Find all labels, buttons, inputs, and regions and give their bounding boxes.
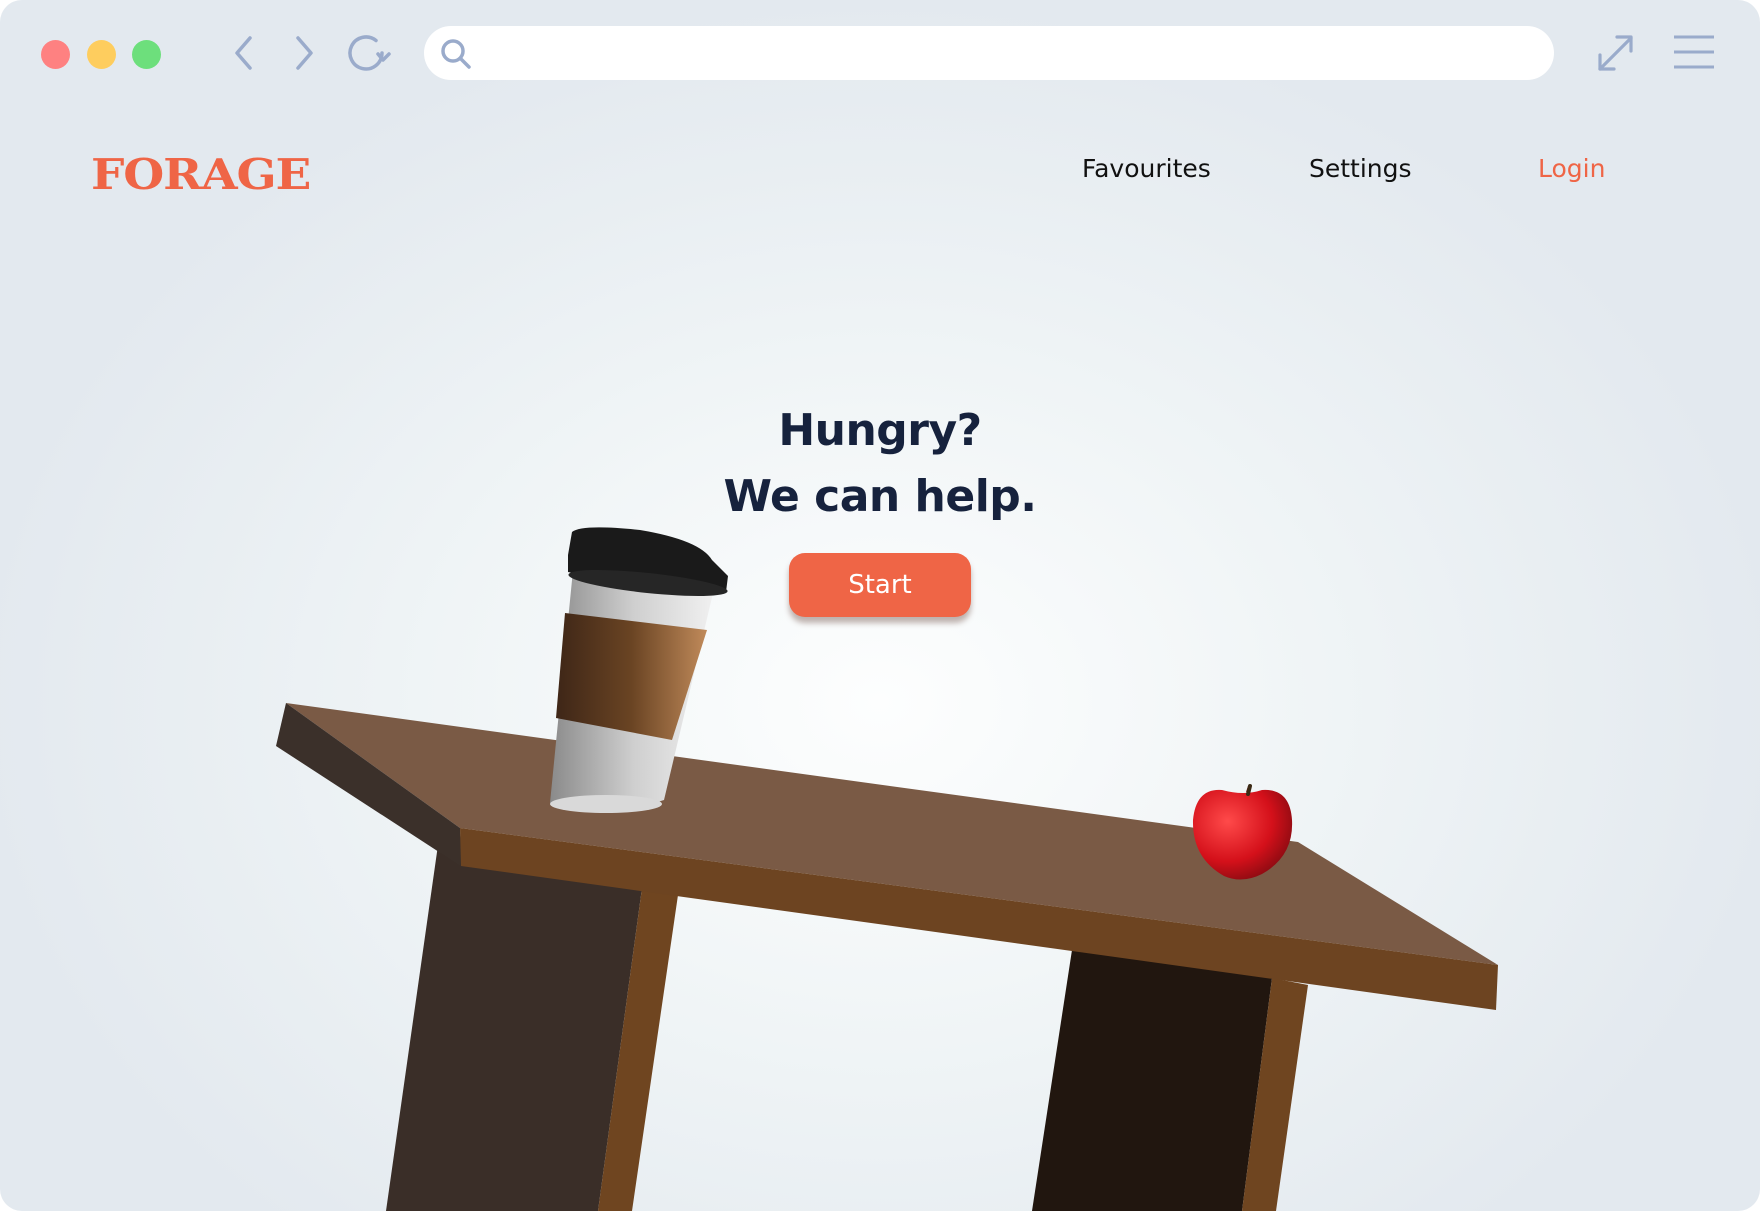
nav-favourites[interactable]: Favourites: [1082, 154, 1211, 183]
browser-window: FORAGE Favourites Settings Login Hungry?…: [0, 0, 1760, 1211]
table-right-leg: [1032, 950, 1308, 1211]
hamburger-menu-icon[interactable]: [1672, 34, 1716, 74]
hero-title-line1: Hungry?: [778, 405, 982, 456]
apple: [1192, 784, 1293, 880]
reload-icon[interactable]: [346, 32, 392, 74]
nav-login[interactable]: Login: [1538, 154, 1605, 183]
close-window-button[interactable]: [41, 40, 70, 69]
forward-icon[interactable]: [288, 32, 320, 74]
hero-title-line2: We can help.: [723, 471, 1038, 522]
expand-icon[interactable]: [1596, 32, 1636, 78]
search-icon: [438, 36, 474, 76]
hero-heading: Hungry? We can help.: [0, 398, 1760, 530]
back-icon[interactable]: [228, 32, 260, 74]
forage-logo[interactable]: FORAGE: [91, 150, 311, 199]
address-bar[interactable]: [424, 26, 1554, 80]
site-header: FORAGE Favourites Settings Login: [0, 130, 1760, 210]
table-left-leg: [386, 845, 678, 1211]
table-top: [276, 703, 1498, 1010]
browser-toolbar: [0, 0, 1760, 108]
nav-settings[interactable]: Settings: [1309, 154, 1412, 183]
coffee-cup: [550, 527, 728, 813]
minimize-window-button[interactable]: [87, 40, 116, 69]
start-button[interactable]: Start: [789, 553, 971, 617]
maximize-window-button[interactable]: [132, 40, 161, 69]
address-input[interactable]: [484, 34, 1528, 74]
